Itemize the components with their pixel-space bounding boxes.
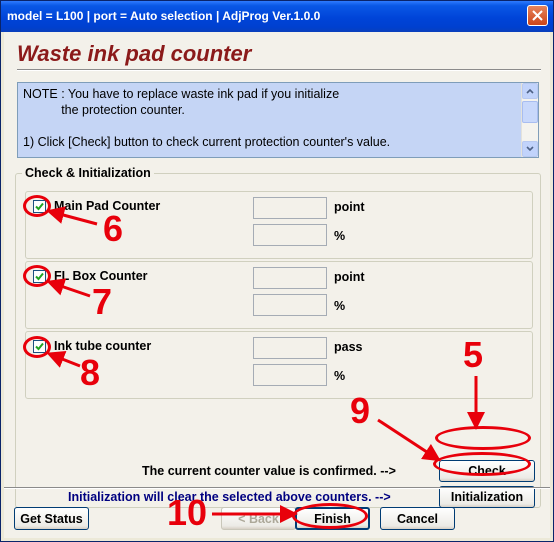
annotation-number-8: 8 xyxy=(80,352,101,393)
ink-tube-percent-field xyxy=(253,364,327,386)
scroll-up-button[interactable] xyxy=(522,83,538,99)
title-bar[interactable]: model = L100 | port = Auto selection | A… xyxy=(1,1,553,32)
close-button[interactable] xyxy=(527,5,548,26)
main-pad-percent-unit: % xyxy=(334,229,346,243)
page-title: Waste ink pad counter xyxy=(17,41,252,66)
fl-box-percent-field xyxy=(253,294,327,316)
chevron-down-icon xyxy=(526,146,534,152)
highlight-main-pad-checkbox xyxy=(23,195,51,217)
ink-tube-percent-unit: % xyxy=(334,369,346,383)
annotation-number-9: 9 xyxy=(350,390,371,431)
confirm-message: The current counter value is confirmed. … xyxy=(142,464,396,478)
get-status-button[interactable]: Get Status xyxy=(14,507,89,530)
scroll-thumb[interactable] xyxy=(522,101,538,123)
highlight-check-button xyxy=(435,426,531,450)
fl-box-percent-unit: % xyxy=(334,299,346,313)
ink-tube-label: Ink tube counter xyxy=(54,339,152,353)
ink-tube-unit: pass xyxy=(334,340,363,354)
back-button[interactable]: < Back xyxy=(221,507,296,530)
initialization-button[interactable]: Initialization xyxy=(439,486,535,508)
note-text: NOTE : You have to replace waste ink pad… xyxy=(23,87,391,149)
chevron-up-icon xyxy=(526,88,534,94)
annotation-number-5: 5 xyxy=(463,334,484,375)
fl-box-value-field xyxy=(253,267,327,289)
annotation-number-10: 10 xyxy=(167,492,208,533)
heading-divider xyxy=(17,69,541,71)
highlight-fl-box-checkbox xyxy=(23,265,51,287)
ink-tube-value-field xyxy=(253,337,327,359)
annotation-number-7: 7 xyxy=(92,281,113,322)
group-title: Check & Initialization xyxy=(22,166,154,180)
highlight-finish-button xyxy=(292,503,368,529)
fl-box-unit: point xyxy=(334,270,365,284)
close-x-icon xyxy=(532,10,543,21)
main-pad-counter-panel: Main Pad Counter point % xyxy=(25,191,533,259)
footer-divider xyxy=(4,487,550,489)
initialization-message: Initialization will clear the selected a… xyxy=(68,490,391,504)
scroll-down-button[interactable] xyxy=(522,141,538,157)
main-pad-percent-field xyxy=(253,224,327,246)
ink-tube-counter-panel: Ink tube counter pass % xyxy=(25,331,533,399)
highlight-ink-tube-checkbox xyxy=(23,336,51,358)
main-pad-unit: point xyxy=(334,200,365,214)
main-pad-value-field xyxy=(253,197,327,219)
note-textbox[interactable]: NOTE : You have to replace waste ink pad… xyxy=(17,82,539,158)
annotation-number-6: 6 xyxy=(103,208,124,249)
cancel-button[interactable]: Cancel xyxy=(380,507,455,530)
note-scrollbar[interactable] xyxy=(521,83,538,157)
highlight-initialization-button xyxy=(433,452,531,476)
window-title: model = L100 | port = Auto selection | A… xyxy=(7,9,321,23)
